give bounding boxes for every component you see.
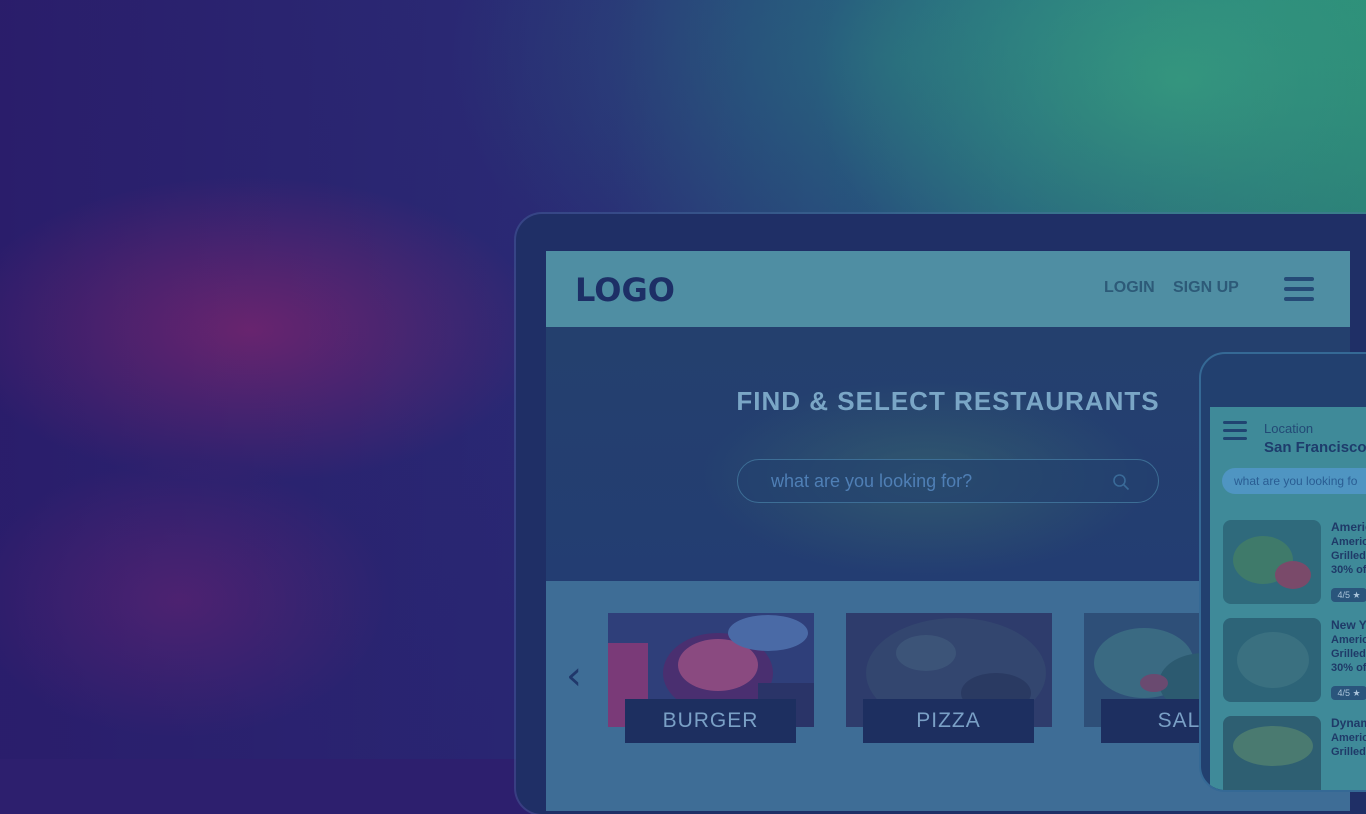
restaurant-cuisine: America — [1331, 732, 1366, 744]
search-input[interactable]: what are you looking for? — [737, 459, 1159, 503]
restaurant-cuisine: America — [1331, 634, 1366, 646]
search-placeholder: what are you looking for? — [771, 471, 973, 491]
location-label: Location — [1264, 421, 1314, 436]
restaurant-list-item[interactable]: Americ America Grilled 30% off 4/5 ★ — [1223, 520, 1366, 606]
rating-badge: 4/5 ★ — [1331, 588, 1366, 602]
location-city[interactable]: San Francisco, — [1264, 439, 1366, 456]
phone-screen: Location San Francisco, what are you loo… — [1210, 407, 1366, 790]
restaurant-offer: 30% off — [1331, 662, 1366, 674]
restaurant-list-item[interactable]: New Yo America Grilled 30% off 4/5 ★ — [1223, 618, 1366, 704]
logo[interactable]: LOGO — [575, 271, 675, 309]
restaurant-type: Grilled — [1331, 550, 1366, 562]
menu-icon[interactable] — [1223, 421, 1247, 441]
restaurant-type: Grilled — [1331, 746, 1366, 758]
site-header: LOGO LOGIN SIGN UP — [546, 251, 1350, 327]
phone-search-input[interactable]: what are you looking fo — [1222, 468, 1366, 494]
signup-link[interactable]: SIGN UP — [1173, 279, 1239, 297]
restaurant-thumbnail — [1223, 716, 1321, 790]
restaurant-cuisine: America — [1331, 536, 1366, 548]
restaurant-offer: 30% off — [1331, 564, 1366, 576]
restaurant-list-item[interactable]: Dynam America Grilled — [1223, 716, 1366, 790]
category-label: BURGER — [625, 699, 796, 743]
restaurant-name: Americ — [1331, 520, 1366, 534]
rating-badge: 4/5 ★ — [1331, 686, 1366, 700]
chevron-left-icon[interactable]: ‹ — [566, 653, 582, 699]
phone-mockup: Location San Francisco, what are you loo… — [1199, 352, 1366, 792]
restaurant-name: Dynam — [1331, 716, 1366, 730]
category-label: PIZZA — [863, 699, 1034, 743]
login-link[interactable]: LOGIN — [1104, 279, 1155, 297]
restaurant-type: Grilled — [1331, 648, 1366, 660]
restaurant-name: New Yo — [1331, 618, 1366, 632]
search-icon[interactable] — [1112, 473, 1130, 491]
category-card-pizza[interactable]: PIZZA — [846, 613, 1052, 743]
category-card-burger[interactable]: BURGER — [608, 613, 814, 743]
menu-icon[interactable] — [1284, 277, 1314, 301]
restaurant-thumbnail — [1223, 520, 1321, 604]
restaurant-thumbnail — [1223, 618, 1321, 702]
